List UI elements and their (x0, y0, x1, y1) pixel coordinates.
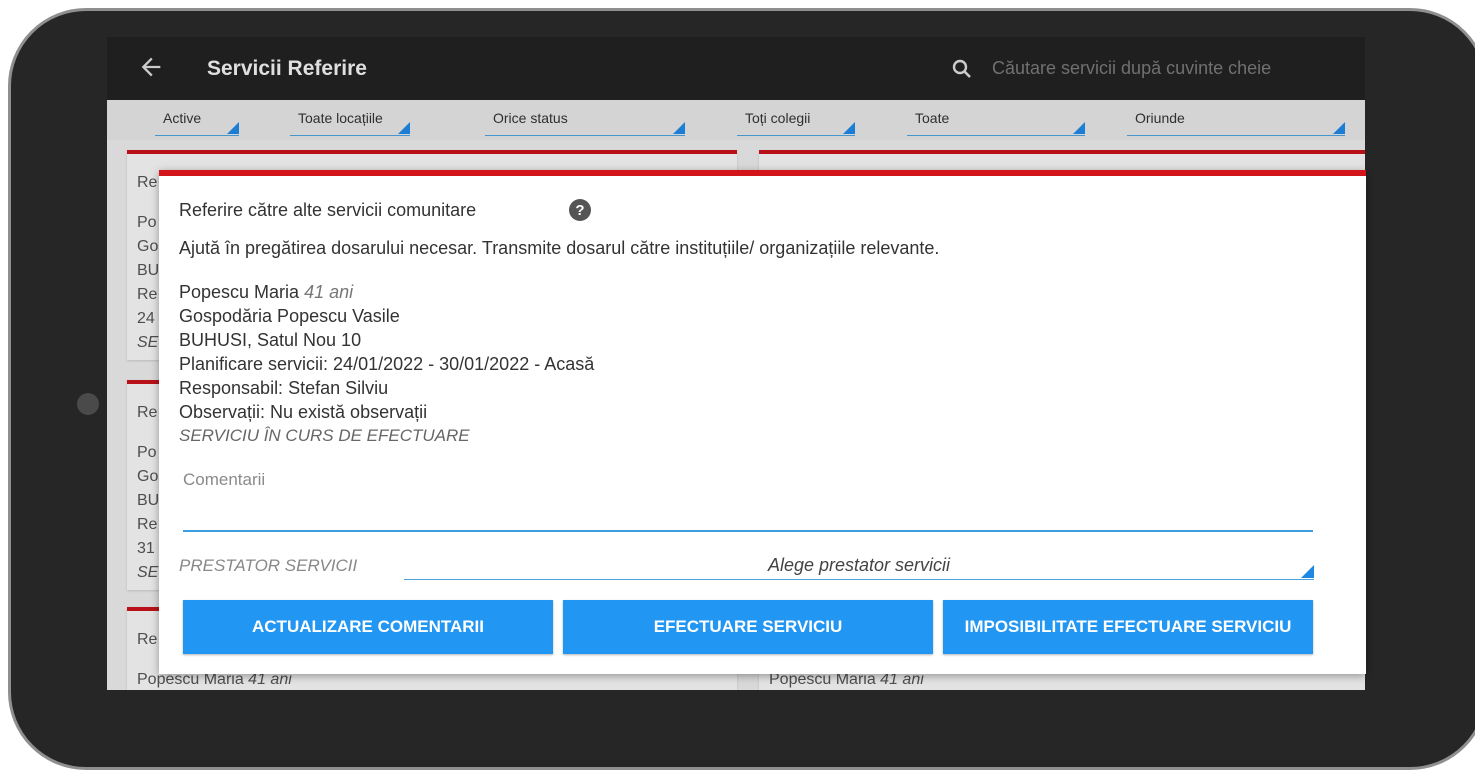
service-impossible-button[interactable]: IMPOSIBILITATE EFECTUARE SERVICIU (943, 600, 1313, 654)
provider-select[interactable]: Alege prestator servicii (404, 552, 1314, 580)
referral-dialog: Referire către alte servicii comunitare … (159, 170, 1366, 674)
dialog-description: Ajută în pregătirea dosarului necesar. T… (179, 238, 940, 258)
svg-text:?: ? (575, 202, 584, 219)
person-age: 41 ani (304, 282, 354, 302)
help-icon[interactable]: ? (569, 199, 591, 221)
comments-input[interactable]: Comentarii (183, 460, 1313, 532)
observations-line: Observații: Nu există observații (179, 402, 428, 422)
planning-line: Planificare servicii: 24/01/2022 - 30/01… (179, 354, 595, 374)
person-name: Popescu Maria (179, 282, 300, 302)
status-line: SERVICIU ÎN CURS DE EFECTUARE (179, 426, 470, 445)
camera-icon (77, 393, 99, 415)
person-line: Popescu Maria 41 ani (179, 282, 353, 303)
comments-placeholder: Comentarii (183, 470, 266, 489)
perform-service-button[interactable]: EFECTUARE SERVICIU (563, 600, 933, 654)
household-line: Gospodăria Popescu Vasile (179, 306, 400, 326)
address-line: BUHUSI, Satul Nou 10 (179, 330, 362, 350)
dialog-title: Referire către alte servicii comunitare (179, 200, 477, 220)
update-comments-button[interactable]: ACTUALIZARE COMENTARII (183, 600, 553, 654)
dropdown-icon (1301, 565, 1314, 578)
provider-value: Alege prestator servicii (767, 555, 951, 575)
responsible-line: Responsabil: Stefan Silviu (179, 378, 389, 398)
provider-label: PRESTATOR SERVICII (179, 556, 358, 575)
